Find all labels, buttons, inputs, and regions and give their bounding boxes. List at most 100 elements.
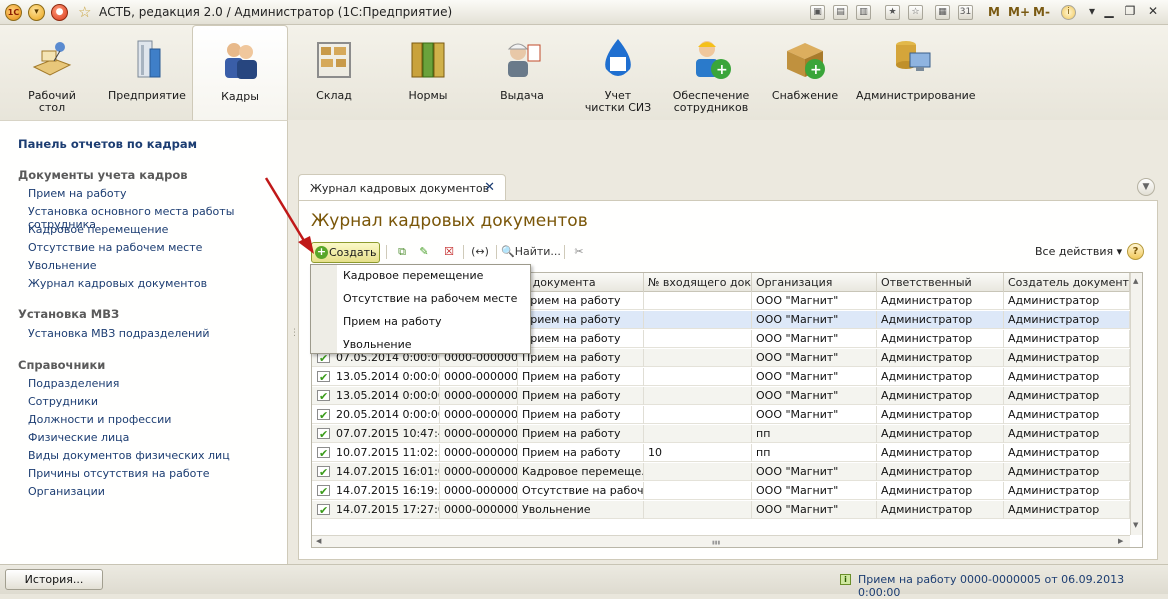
table-row[interactable]: 20.05.2014 0:00:00 0000-0000002 Прием на р… [312, 406, 1130, 424]
memory-m-button[interactable]: M [988, 5, 1000, 19]
app-logo-icon[interactable]: 1С [5, 4, 22, 21]
section-norms[interactable]: Нормы [394, 25, 462, 120]
table-cell-creator: Администратор [1004, 387, 1130, 405]
vertical-scrollbar[interactable]: ▲ ▼ [1130, 273, 1142, 535]
cell-text: 13.05.2014 0:00:00 [336, 370, 440, 383]
all-actions-menu[interactable]: Все действия ▾ [1035, 245, 1122, 258]
scroll-down-icon[interactable]: ▼ [1133, 521, 1138, 529]
print-icon[interactable]: ▤ [833, 5, 848, 20]
status-bar: История... i Прием на работу 0000-000000… [0, 564, 1168, 599]
menu-item-hiring[interactable]: Прием на работу [343, 315, 442, 328]
horizontal-scrollbar[interactable]: ◀ ▮▮▮ ▶ [312, 535, 1130, 547]
table-row[interactable]: 14.07.2015 16:19:30 0000-0000001 Отсутстви… [312, 482, 1130, 500]
menu-item-transfer[interactable]: Кадровое перемещение [343, 269, 483, 282]
table-row[interactable]: 14.07.2015 16:01:07 0000-0000001 Кадровое … [312, 463, 1130, 481]
dropdown-icon[interactable]: ▾ [1083, 4, 1101, 20]
section-admin[interactable]: Администрирование [856, 25, 976, 120]
nav-link-transfer[interactable]: Кадровое перемещение [28, 223, 168, 236]
nav-link-organizations[interactable]: Организации [28, 485, 105, 498]
help-icon[interactable]: ? [1127, 243, 1144, 260]
cell-text: Администратор [1008, 332, 1100, 345]
scroll-thumb-grip[interactable]: ▮▮▮ [712, 540, 720, 546]
info-icon[interactable]: i [1061, 5, 1076, 20]
menu-gutter [311, 265, 337, 353]
cell-text: Администратор [881, 465, 973, 478]
status-message-link[interactable]: Прием на работу 0000-0000005 от 06.09.20… [858, 573, 1168, 599]
table-row[interactable]: 10.07.2015 11:02:30 0000-0000002 Прием на … [312, 444, 1130, 462]
find-button[interactable]: 🔍Найти... [501, 243, 561, 261]
nav-link-hiring[interactable]: Прием на работу [28, 187, 127, 200]
calendar-icon[interactable]: 31 [958, 5, 973, 20]
section-issue[interactable]: Выдача [488, 25, 556, 120]
save-icon[interactable]: ▣ [810, 5, 825, 20]
nav-link-absence-reasons[interactable]: Причины отсутствия на работе [28, 467, 210, 480]
sections-panel: Рабочий стол Предприятие Кадры Склад Нор… [0, 25, 1168, 120]
add-favorite-icon[interactable]: ★ [885, 5, 900, 20]
memory-plus-button[interactable]: M+ [1008, 5, 1030, 19]
table-row[interactable]: 13.05.2014 0:00:00 0000-0000001 Прием на р… [312, 368, 1130, 386]
cancel-search-icon[interactable]: ✂ [570, 243, 588, 261]
cell-text: Администратор [881, 446, 973, 459]
reports-panel-link[interactable]: Панель отчетов по кадрам [18, 137, 197, 151]
table-cell-number: 0000-0000002 [440, 444, 518, 462]
favorites-icon[interactable]: ☆ [908, 5, 923, 20]
collapse-chevron-icon[interactable]: ▼ [1137, 178, 1155, 196]
menu-item-absence[interactable]: Отсутствие на рабочем месте [343, 292, 517, 305]
table-row[interactable]: 14.07.2015 17:27:08 0000-0000001 Увольнени… [312, 501, 1130, 519]
section-hr[interactable]: Кадры [192, 25, 288, 120]
calculator-icon[interactable]: ▦ [935, 5, 950, 20]
section-enterprise[interactable]: Предприятие [108, 25, 186, 120]
scroll-up-icon[interactable]: ▲ [1133, 277, 1138, 285]
col-organization[interactable]: Организация [752, 273, 877, 292]
nav-link-dismissal[interactable]: Увольнение [28, 259, 97, 272]
memory-minus-button[interactable]: M- [1033, 5, 1050, 19]
nav-link-employees[interactable]: Сотрудники [28, 395, 98, 408]
nav-link-hr-journal[interactable]: Журнал кадровых документов [28, 277, 207, 290]
scroll-left-icon[interactable]: ◀ [316, 537, 321, 545]
edit-icon[interactable]: ✎ [415, 243, 433, 261]
cell-text: 14.07.2015 17:27:08 [336, 503, 439, 516]
section-label: Снабжение [771, 89, 839, 102]
section-warehouse[interactable]: Склад [300, 25, 368, 120]
menu-item-dismissal[interactable]: Увольнение [343, 338, 412, 351]
section-desktop[interactable]: Рабочий стол [18, 25, 86, 120]
maximize-icon[interactable]: ❐ [1121, 4, 1139, 20]
favorites-star-icon[interactable]: ☆ [78, 3, 91, 21]
table-cell-org: ООО "Магнит" [752, 330, 877, 348]
nav-link-id-document-types[interactable]: Виды документов физических лиц [28, 449, 230, 462]
cell-text: пп [756, 427, 771, 440]
copy-icon[interactable]: ⧉ [393, 243, 411, 261]
table-cell-incoming [644, 406, 752, 424]
table-row[interactable]: 13.05.2014 0:00:00 0000-0000003 Прием на р… [312, 387, 1130, 405]
col-creator[interactable]: Создатель документа [1004, 273, 1130, 292]
cell-text: Администратор [881, 294, 973, 307]
group-mvz: Установка МВЗ [18, 307, 120, 321]
cell-text: Администратор [1008, 465, 1100, 478]
minimize-icon[interactable]: ▁ [1100, 4, 1118, 20]
refresh-icon[interactable]: (↔) [469, 243, 491, 261]
tab-hr-journal[interactable]: Журнал кадровых документов ✕ [298, 174, 506, 201]
tab-close-icon[interactable]: ✕ [484, 180, 495, 195]
table-row[interactable]: 07.07.2015 10:47:44 0000-0000001 Прием на … [312, 425, 1130, 443]
cell-text: Администратор [881, 503, 973, 516]
nav-link-departments[interactable]: Подразделения [28, 377, 119, 390]
nav-link-positions[interactable]: Должности и профессии [28, 413, 171, 426]
col-doc-type[interactable]: п документа [518, 273, 644, 292]
cell-text: Прием на работу [522, 332, 621, 345]
cell-text: 0000-0000001 [444, 427, 518, 440]
scroll-right-icon[interactable]: ▶ [1118, 537, 1123, 545]
nav-link-absence[interactable]: Отсутствие на рабочем месте [28, 241, 202, 254]
section-cleaning[interactable]: Учет чистки СИЗ [578, 25, 658, 120]
main-menu-icon[interactable]: ▾ [28, 4, 45, 21]
stop-icon[interactable]: ● [51, 4, 68, 21]
section-employee-supply[interactable]: + Обеспечение сотрудников [668, 25, 754, 120]
delete-icon[interactable]: ☒ [440, 243, 458, 261]
nav-link-mvz-departments[interactable]: Установка МВЗ подразделений [28, 327, 210, 340]
section-supply[interactable]: + Снабжение [770, 25, 840, 120]
nav-link-individuals[interactable]: Физические лица [28, 431, 129, 444]
col-responsible[interactable]: Ответственный [877, 273, 1004, 292]
print-preview-icon[interactable]: ▥ [856, 5, 871, 20]
col-incoming-number[interactable]: № входящего док... [644, 273, 752, 292]
history-button[interactable]: История... [5, 569, 103, 590]
close-icon[interactable]: ✕ [1144, 4, 1162, 20]
